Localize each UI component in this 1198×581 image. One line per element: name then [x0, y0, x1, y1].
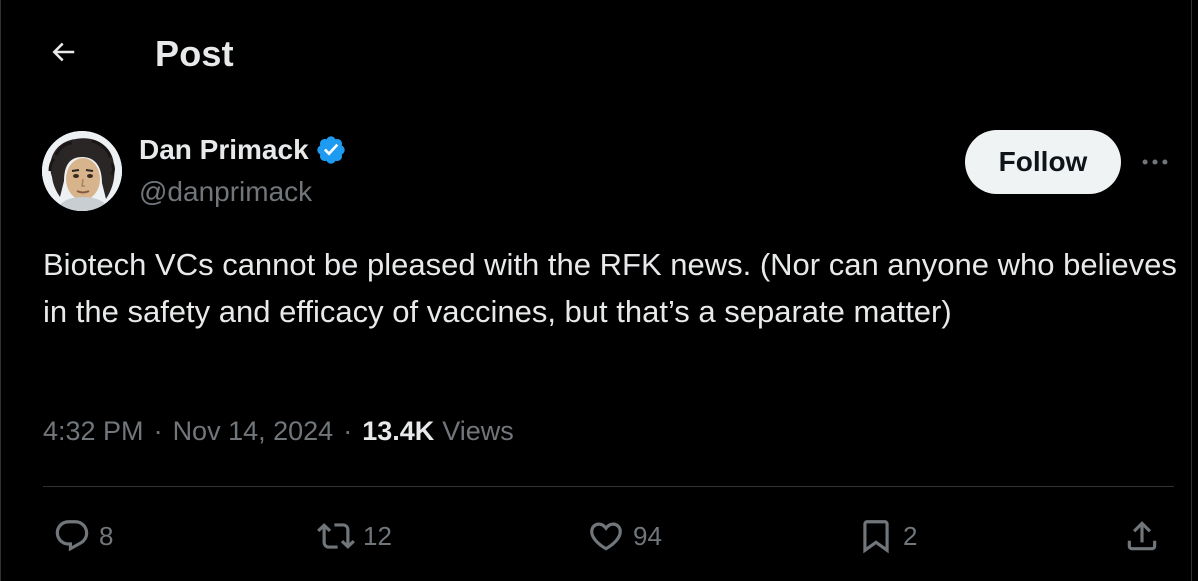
post-date[interactable]: Nov 14, 2024: [173, 416, 334, 447]
avatar[interactable]: [42, 131, 122, 211]
more-button[interactable]: [1135, 142, 1175, 182]
author-name-row[interactable]: Dan Primack: [139, 134, 347, 166]
repost-icon: [317, 523, 355, 549]
back-button[interactable]: [41, 30, 85, 74]
author-name[interactable]: Dan Primack: [139, 134, 309, 166]
page-title: Post: [155, 33, 234, 74]
more-horizontal-icon: [1142, 159, 1168, 165]
bookmark-icon: [863, 520, 889, 554]
post-page: Post Dan Primack @danprimack Follow Biot…: [0, 0, 1192, 581]
reply-count: 8: [99, 520, 114, 551]
author-handle[interactable]: @danprimack: [139, 176, 312, 208]
divider: [43, 486, 1174, 487]
views-count[interactable]: 13.4K: [362, 416, 434, 447]
repost-count: 12: [363, 520, 392, 551]
reply-icon: [55, 520, 89, 552]
meta-separator: ·: [343, 416, 353, 446]
avatar-illustration: [42, 131, 122, 211]
bookmark-count: 2: [903, 520, 918, 551]
arrow-left-icon: [52, 42, 75, 62]
like-count: 94: [633, 520, 662, 551]
follow-button[interactable]: Follow: [965, 130, 1121, 194]
share-icon: [1127, 521, 1157, 551]
repost-button[interactable]: 12: [317, 514, 392, 558]
post-text: Biotech VCs cannot be pleased with the R…: [43, 247, 1177, 329]
page-header: Post: [1, 0, 1191, 106]
heart-icon: [590, 522, 622, 551]
share-button[interactable]: [1123, 514, 1161, 558]
post-time[interactable]: 4:32 PM: [43, 416, 144, 447]
bookmark-button[interactable]: 2: [857, 514, 917, 558]
reply-button[interactable]: 8: [53, 514, 113, 558]
views-label[interactable]: Views: [442, 416, 514, 447]
post-meta: 4:32 PM · Nov 14, 2024 · 13.4K Views: [43, 416, 514, 447]
meta-separator: ·: [153, 416, 163, 446]
verified-badge-icon: [316, 136, 345, 164]
like-button[interactable]: 94: [587, 514, 662, 558]
